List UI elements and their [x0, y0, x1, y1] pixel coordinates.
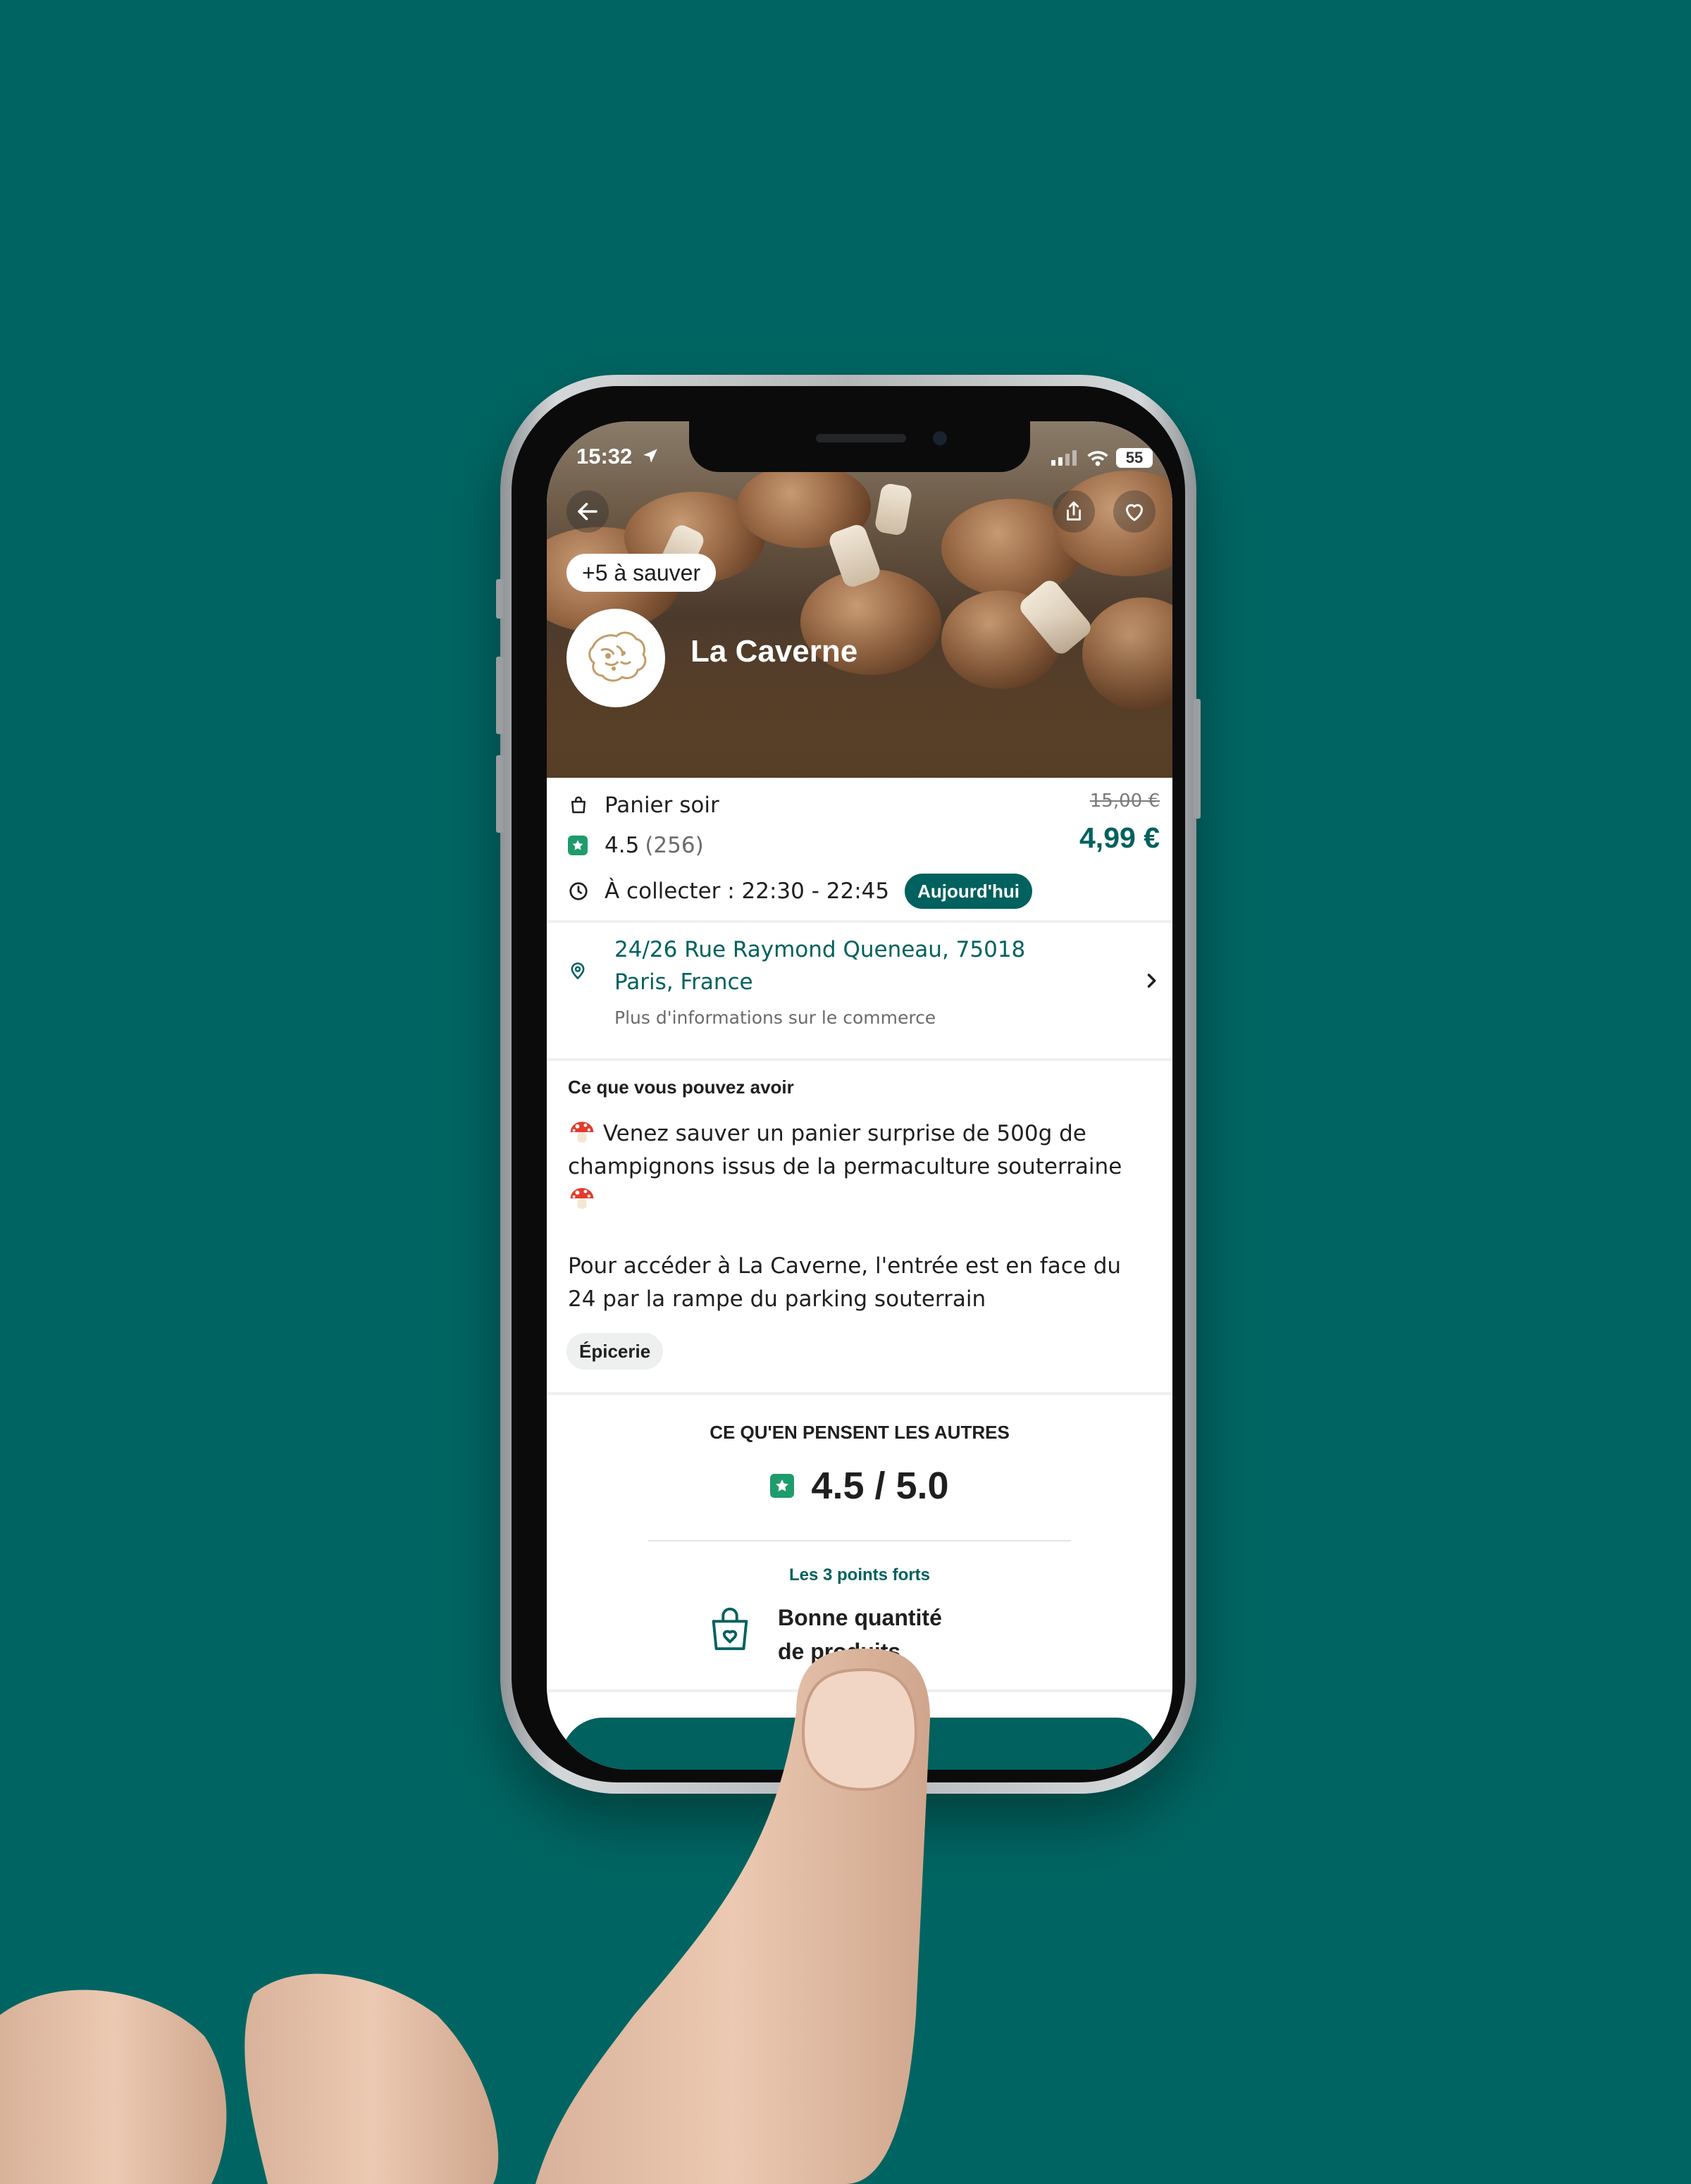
mushroom-icon	[570, 1188, 594, 1209]
battery-icon: 55	[1116, 448, 1153, 468]
back-button[interactable]	[566, 490, 609, 533]
bag-icon	[571, 796, 586, 814]
front-camera	[933, 431, 947, 445]
mushroom-icon	[570, 1122, 594, 1143]
share-button[interactable]	[1053, 490, 1095, 533]
highlights-title: Les 3 points forts	[788, 1565, 931, 1584]
reviews-score: 4.5 / 5.0	[811, 1465, 949, 1507]
description-p2-line2: 24 par la rampe du parking souterrain	[568, 1286, 986, 1312]
speaker	[816, 434, 906, 442]
divider	[547, 1392, 1172, 1395]
chevron-right-icon	[1147, 974, 1156, 988]
divider	[648, 1540, 1071, 1541]
address-row[interactable]: 24/26 Rue Raymond Queneau, 75018 Paris, …	[547, 923, 1172, 1058]
more-info-link[interactable]: Plus d'informations sur le commerce	[614, 1007, 936, 1028]
description-line: Venez sauver un panier surprise de 500g …	[568, 1117, 1160, 1150]
today-badge: Aujourd'hui	[905, 874, 1032, 909]
status-time-group: 15:32	[576, 444, 659, 469]
favorite-button[interactable]	[1113, 490, 1156, 533]
star-icon	[770, 1474, 795, 1498]
divider	[547, 1058, 1172, 1061]
reviews-score-row: 4.5 / 5.0	[547, 1464, 1172, 1508]
price-block: 15,00 € 4,99 €	[1079, 790, 1160, 855]
description-p1-line1: Venez sauver un panier surprise de 500g …	[602, 1121, 1086, 1146]
status-time: 15:32	[576, 444, 633, 469]
collect-row: À collecter : 22:30 - 22:45 Aujourd'hui	[568, 874, 1032, 909]
mute-switch	[496, 579, 503, 619]
wifi-icon	[1087, 451, 1108, 466]
volume-down-button	[496, 755, 503, 833]
store-logo-image	[588, 631, 647, 682]
reviews-heading: CE QU'EN PENSENT LES AUTRES	[710, 1422, 1010, 1443]
store-name: La Caverne	[690, 634, 858, 669]
phone-notch	[689, 421, 1030, 472]
description-heading: Ce que vous pouvez avoir	[568, 1077, 794, 1098]
power-button	[1194, 699, 1201, 819]
description-p2-line1: Pour accéder à La Caverne, l'entrée est …	[568, 1253, 1122, 1279]
battery-level: 55	[1125, 449, 1144, 466]
phone-bezel: +5 à sauver La Caverne 15:32 55 Panier s…	[512, 386, 1185, 1782]
rating-row: 4.5 (256)	[568, 833, 704, 858]
mushroom-stem	[874, 482, 913, 537]
category-tag: Épicerie	[566, 1333, 664, 1370]
bag-type-row: Panier soir	[568, 793, 719, 818]
description-p1-line2: champignons issus de la permaculture sou…	[568, 1154, 1122, 1179]
location-pin-icon	[571, 962, 585, 980]
description-line	[568, 1184, 1160, 1217]
hero-image: +5 à sauver La Caverne	[547, 421, 1172, 778]
pointing-finger	[0, 1649, 930, 2184]
clock-icon	[569, 882, 588, 900]
back-arrow-icon	[578, 502, 597, 521]
share-icon	[1067, 501, 1081, 521]
bag-type: Panier soir	[605, 793, 719, 818]
phone-frame: +5 à sauver La Caverne 15:32 55 Panier s…	[496, 375, 1201, 1794]
store-logo	[566, 609, 665, 707]
collect-time: À collecter : 22:30 - 22:45	[605, 879, 890, 904]
rating-value: 4.5	[605, 833, 640, 858]
heart-icon	[1126, 504, 1143, 521]
original-price: 15,00 €	[1089, 790, 1160, 812]
volume-up-button	[496, 657, 503, 734]
address-line1: 24/26 Rue Raymond Queneau, 75018	[614, 937, 1026, 962]
items-to-save-badge: +5 à sauver	[566, 554, 717, 592]
discounted-price: 4,99 €	[1079, 821, 1160, 854]
signal-icon	[1051, 450, 1077, 466]
app-screen: +5 à sauver La Caverne 15:32 55 Panier s…	[547, 421, 1172, 1770]
star-icon	[568, 836, 588, 855]
description-text: Venez sauver un panier surprise de 500g …	[568, 1117, 1160, 1316]
status-icons: 55	[1051, 448, 1153, 468]
location-arrow-icon	[643, 449, 657, 463]
rating-count: (256)	[645, 833, 704, 858]
address-line2: Paris, France	[614, 969, 753, 995]
